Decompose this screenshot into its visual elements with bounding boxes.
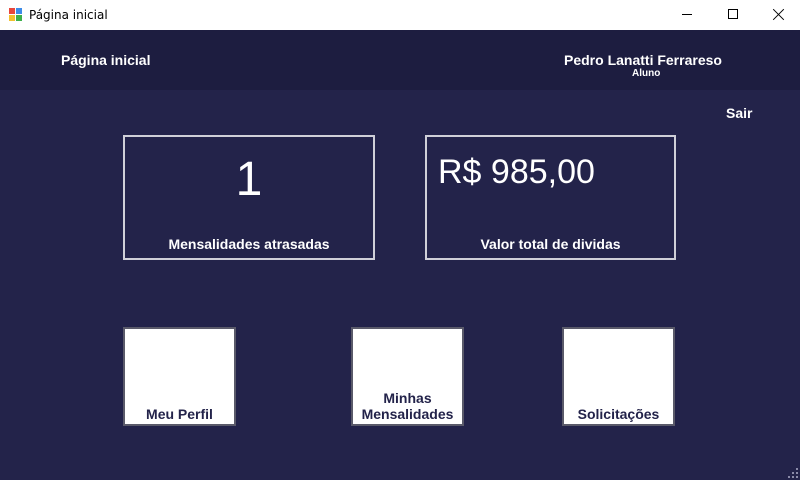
logout-link[interactable]: Sair [726, 105, 752, 121]
my-profile-label: Meu Perfil [146, 406, 213, 422]
requests-label: Solicitações [577, 406, 660, 422]
minimize-button[interactable] [664, 0, 710, 30]
page-title: Página inicial [61, 52, 151, 68]
maximize-icon [728, 9, 738, 19]
user-role: Aluno [632, 68, 661, 79]
window-titlebar: Página inicial [0, 0, 800, 30]
window-title: Página inicial [29, 8, 108, 22]
my-fees-button[interactable]: Minhas Mensalidades [351, 327, 464, 426]
user-name: Pedro Lanatti Ferrareso [564, 52, 722, 68]
total-debt-label: Valor total de dividas [480, 236, 621, 252]
minimize-icon [682, 14, 692, 15]
resize-grip-icon[interactable] [788, 468, 798, 478]
close-button[interactable] [756, 0, 800, 30]
close-icon [773, 8, 785, 20]
maximize-button[interactable] [710, 0, 756, 30]
my-profile-button[interactable]: Meu Perfil [123, 327, 236, 426]
total-debt-card: R$ 985,00 Valor total de dividas [425, 135, 676, 260]
my-fees-label: Minhas Mensalidades [361, 390, 454, 422]
header-bar: Página inicial Pedro Lanatti Ferrareso A… [0, 30, 800, 90]
app-icon [9, 8, 23, 22]
overdue-fees-card: 1 Mensalidades atrasadas [123, 135, 375, 260]
requests-button[interactable]: Solicitações [562, 327, 675, 426]
overdue-fees-count: 1 [235, 153, 263, 206]
overdue-fees-label: Mensalidades atrasadas [168, 236, 330, 252]
total-debt-value: R$ 985,00 [438, 153, 595, 191]
